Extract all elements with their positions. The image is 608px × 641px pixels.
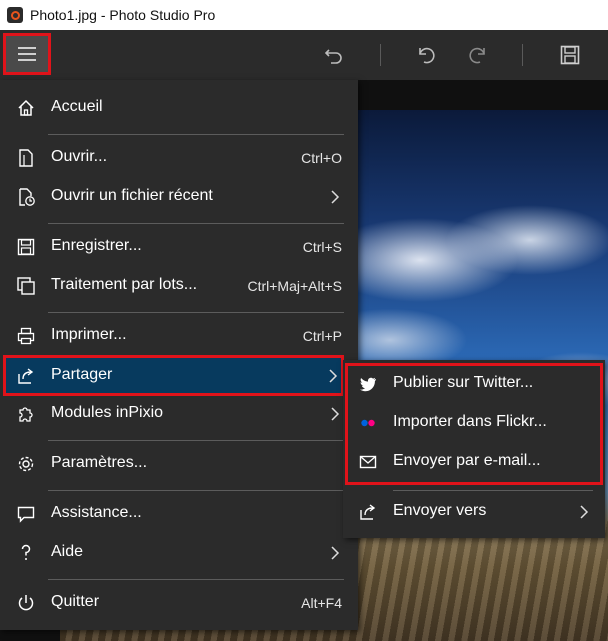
chevron-right-icon xyxy=(331,546,340,560)
share-submenu: Publier sur Twitter... Importer dans Fli… xyxy=(343,360,605,538)
menu-item-label: Enregistrer... xyxy=(51,237,142,254)
chevron-right-icon xyxy=(331,190,340,204)
submenu-item-label: Envoyer par e-mail... xyxy=(393,452,541,469)
menu-item-label: Ouvrir un fichier récent xyxy=(51,187,213,204)
chevron-right-icon xyxy=(331,407,340,421)
menu-item-label: Assistance... xyxy=(51,504,142,521)
menu-item-label: Imprimer... xyxy=(51,326,127,343)
toolbar-divider xyxy=(380,44,381,66)
menu-item-parametres[interactable]: Paramètres... xyxy=(4,445,354,483)
menu-item-partager[interactable]: Partager xyxy=(3,355,344,396)
menu-item-accueil[interactable]: Accueil xyxy=(4,89,354,127)
menu-item-imprimer[interactable]: Imprimer... Ctrl+P xyxy=(4,317,354,355)
power-icon xyxy=(18,595,34,611)
redo-button[interactable] xyxy=(462,39,494,71)
rotate-left-button[interactable] xyxy=(318,39,350,71)
mail-icon xyxy=(359,455,377,469)
twitter-icon xyxy=(360,377,376,392)
open-file-icon xyxy=(19,149,33,167)
menu-item-label: Partager xyxy=(51,366,113,383)
submenu-item-label: Envoyer vers xyxy=(393,502,487,519)
help-icon xyxy=(21,544,31,560)
menu-separator xyxy=(48,223,344,224)
submenu-item-envoyer-vers[interactable]: Envoyer vers xyxy=(343,493,605,531)
submenu-item-label: Importer dans Flickr... xyxy=(393,413,547,430)
save-icon xyxy=(560,45,580,65)
menu-item-aide[interactable]: Aide xyxy=(4,534,354,572)
menu-item-label: Quitter xyxy=(51,593,100,610)
undo-button[interactable] xyxy=(410,39,442,71)
toolbar xyxy=(0,30,608,80)
menu-separator xyxy=(48,312,344,313)
menu-separator xyxy=(48,579,344,580)
toolbar-divider xyxy=(522,44,523,66)
chat-icon xyxy=(17,506,35,523)
menu-item-label: Traitement par lots... xyxy=(51,276,198,293)
menu-item-recent[interactable]: Ouvrir un fichier récent xyxy=(4,178,354,216)
menu-item-label: Paramètres... xyxy=(51,454,148,471)
shortcut-text: Ctrl+P xyxy=(302,328,342,344)
menu-item-ouvrir[interactable]: Ouvrir... Ctrl+O xyxy=(4,139,354,177)
window-title: Photo1.jpg - Photo Studio Pro xyxy=(30,7,216,23)
menu-item-label: Ouvrir... xyxy=(51,148,108,165)
menu-separator xyxy=(48,490,344,491)
chevron-right-icon xyxy=(580,505,589,519)
menu-separator xyxy=(48,134,344,135)
menu-item-label: Aide xyxy=(51,543,84,560)
save-icon xyxy=(17,238,35,256)
shortcut-text: Ctrl+Maj+Alt+S xyxy=(247,278,342,294)
print-icon xyxy=(17,327,35,345)
menu-item-traitement-par-lots[interactable]: Traitement par lots... Ctrl+Maj+Alt+S xyxy=(4,267,354,305)
share-icon xyxy=(18,368,34,384)
submenu-item-flickr[interactable]: Importer dans Flickr... xyxy=(343,404,605,442)
chevron-right-icon xyxy=(329,369,338,383)
submenu-item-email[interactable]: Envoyer par e-mail... xyxy=(343,443,605,481)
app-logo-icon xyxy=(7,7,23,23)
menu-separator xyxy=(393,490,593,491)
menu-item-label: Accueil xyxy=(51,98,103,115)
menu-item-assistance[interactable]: Assistance... xyxy=(4,495,354,533)
main-menu: Accueil Ouvrir... Ctrl+O Ouvrir un fichi… xyxy=(0,80,358,630)
undo-icon xyxy=(419,47,435,64)
batch-icon xyxy=(17,277,35,295)
recent-file-icon xyxy=(19,188,35,206)
menu-item-enregistrer[interactable]: Enregistrer... Ctrl+S xyxy=(4,228,354,266)
home-icon xyxy=(18,99,34,116)
redo-icon xyxy=(469,47,485,64)
shortcut-text: Alt+F4 xyxy=(301,595,342,611)
submenu-item-label: Publier sur Twitter... xyxy=(393,374,534,391)
shortcut-text: Ctrl+O xyxy=(301,150,342,166)
rotate-left-icon xyxy=(324,49,342,64)
menu-item-quitter[interactable]: Quitter Alt+F4 xyxy=(4,584,354,622)
shortcut-text: Ctrl+S xyxy=(302,239,342,255)
menu-button[interactable] xyxy=(3,33,51,75)
puzzle-icon xyxy=(19,407,33,422)
gear-icon xyxy=(18,456,34,472)
title-bar: Photo1.jpg - Photo Studio Pro xyxy=(0,0,608,30)
menu-item-modules-inpixio[interactable]: Modules inPixio xyxy=(4,395,354,433)
save-button[interactable] xyxy=(554,39,586,71)
menu-item-label: Modules inPixio xyxy=(51,404,164,421)
menu-separator xyxy=(48,440,344,441)
flickr-icon xyxy=(361,419,375,427)
menu-icon xyxy=(18,47,36,49)
share-icon xyxy=(360,504,376,520)
submenu-item-twitter[interactable]: Publier sur Twitter... xyxy=(343,365,605,403)
